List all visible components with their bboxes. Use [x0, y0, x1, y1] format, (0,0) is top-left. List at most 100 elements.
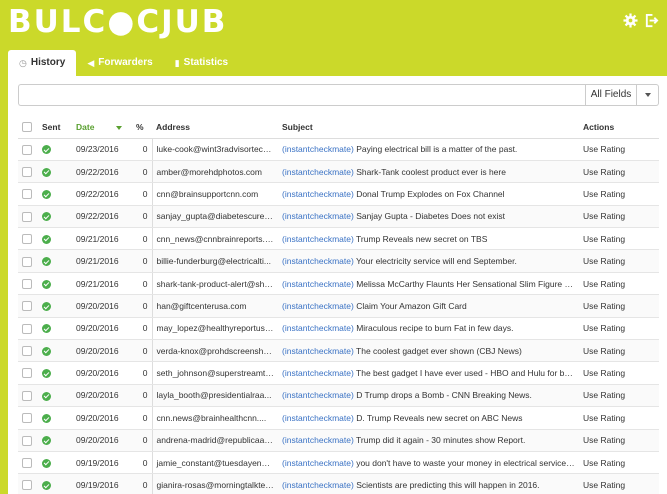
row-tag-link[interactable]: (instantcheckmate) [282, 301, 354, 311]
row-select-cell [18, 451, 38, 475]
logout-icon[interactable] [644, 13, 659, 28]
row-tag-link[interactable]: (instantcheckmate) [282, 435, 354, 445]
select-all-checkbox[interactable] [22, 122, 32, 133]
row-tag-link[interactable]: (instantcheckmate) [282, 144, 354, 154]
header-date[interactable]: Date [72, 116, 132, 139]
row-percent: 0 [132, 406, 153, 430]
table-row[interactable]: 09/19/2016 0 gianira-rosas@morningtalktec.… [18, 473, 659, 494]
row-checkbox[interactable] [22, 278, 32, 289]
header-percent[interactable]: % [132, 116, 152, 139]
table-row[interactable]: 09/22/2016 0 sanjay_gupta@diabetescureo...… [18, 205, 659, 229]
row-checkbox[interactable] [22, 256, 32, 267]
row-action[interactable]: Use Rating [579, 406, 659, 430]
row-action[interactable]: Use Rating [579, 429, 659, 452]
tab-forwarders[interactable]: ◀ Forwarders [76, 50, 163, 76]
table-row[interactable]: 09/22/2016 0 cnn@brainsupportcnn.com (insta… [18, 182, 659, 206]
row-tag-link[interactable]: (instantcheckmate) [282, 211, 354, 221]
row-checkbox[interactable] [22, 144, 32, 155]
row-action[interactable]: Use Rating [579, 451, 659, 475]
row-address: sanjay_gupta@diabetescureo... [152, 205, 278, 229]
row-tag-link[interactable]: (instantcheckmate) [282, 234, 354, 244]
table-row[interactable]: 09/20/2016 0 layla_booth@presidentialraa..… [18, 384, 659, 408]
header-actions: Actions [579, 116, 659, 139]
row-percent: 0 [132, 384, 153, 408]
row-action[interactable]: Use Rating [579, 384, 659, 408]
row-percent: 0 [132, 249, 153, 273]
row-sent-cell [38, 249, 72, 273]
search-input[interactable] [18, 84, 585, 106]
check-circle-icon [42, 346, 51, 356]
table-row[interactable]: 09/21/2016 0 billie-funderburg@electricalt… [18, 249, 659, 273]
row-tag-link[interactable]: (instantcheckmate) [282, 279, 354, 289]
row-subject-cell: (instantcheckmate) Your electricity serv… [278, 249, 579, 273]
row-tag-link[interactable]: (instantcheckmate) [282, 346, 354, 356]
gear-icon[interactable] [623, 13, 638, 28]
tab-statistics[interactable]: ▮ Statistics [164, 50, 239, 76]
row-subject-cell: (instantcheckmate) Trump Reveals new sec… [278, 227, 579, 251]
row-tag-link[interactable]: (instantcheckmate) [282, 167, 354, 177]
row-percent: 0 [132, 339, 153, 363]
row-action[interactable]: Use Rating [579, 473, 659, 494]
row-action[interactable]: Use Rating [579, 272, 659, 296]
table-row[interactable]: 09/20/2016 0 may_lopez@healthyreportusa...… [18, 317, 659, 341]
table-row[interactable]: 09/20/2016 0 cnn.news@brainhealthcnn.... (i… [18, 406, 659, 430]
row-checkbox[interactable] [22, 413, 32, 424]
row-select-cell [18, 160, 38, 184]
field-select-toggle[interactable] [637, 84, 659, 106]
row-action[interactable]: Use Rating [579, 361, 659, 385]
row-checkbox[interactable] [22, 480, 32, 491]
row-checkbox[interactable] [22, 323, 32, 334]
table-row[interactable]: 09/20/2016 0 seth_johnson@superstreamtv...… [18, 361, 659, 385]
row-checkbox[interactable] [22, 368, 32, 379]
row-action[interactable]: Use Rating [579, 138, 659, 161]
table-row[interactable]: 09/23/2016 0 luke-cook@wint3radvisortech..… [18, 138, 659, 161]
row-checkbox[interactable] [22, 458, 32, 469]
row-action[interactable]: Use Rating [579, 294, 659, 318]
row-checkbox[interactable] [22, 301, 32, 312]
table-row[interactable]: 09/20/2016 0 andrena-madrid@republicaan...… [18, 429, 659, 452]
table-row[interactable]: 09/19/2016 0 jamie_constant@tuesdayener...… [18, 451, 659, 475]
row-checkbox[interactable] [22, 390, 32, 401]
row-tag-link[interactable]: (instantcheckmate) [282, 390, 354, 400]
row-tag-link[interactable]: (instantcheckmate) [282, 189, 354, 199]
row-action[interactable]: Use Rating [579, 205, 659, 229]
check-circle-icon [42, 302, 51, 312]
row-sent-cell [38, 384, 72, 408]
row-address: han@giftcenterusa.com [152, 294, 278, 318]
row-action[interactable]: Use Rating [579, 339, 659, 363]
row-date: 09/19/2016 [72, 451, 132, 475]
row-tag-link[interactable]: (instantcheckmate) [282, 458, 354, 468]
row-checkbox[interactable] [22, 189, 32, 200]
table-row[interactable]: 09/21/2016 0 shark-tank-product-alert@sha.… [18, 272, 659, 296]
row-action[interactable]: Use Rating [579, 317, 659, 341]
row-select-cell [18, 429, 38, 452]
field-select[interactable]: All Fields [585, 84, 637, 106]
row-checkbox[interactable] [22, 211, 32, 222]
check-circle-icon [42, 436, 51, 446]
row-action[interactable]: Use Rating [579, 182, 659, 206]
row-tag-link[interactable]: (instantcheckmate) [282, 480, 354, 490]
row-sent-cell [38, 138, 72, 161]
row-tag-link[interactable]: (instantcheckmate) [282, 368, 354, 378]
table-row[interactable]: 09/20/2016 0 verda-knox@prohdscreensho...(… [18, 339, 659, 363]
header-subject[interactable]: Subject [278, 116, 579, 139]
header-address[interactable]: Address [152, 116, 278, 139]
row-checkbox[interactable] [22, 166, 32, 177]
row-tag-link[interactable]: (instantcheckmate) [282, 256, 354, 266]
row-tag-link[interactable]: (instantcheckmate) [282, 323, 354, 333]
row-action[interactable]: Use Rating [579, 160, 659, 184]
row-action[interactable]: Use Rating [579, 249, 659, 273]
tab-history[interactable]: ◷ History [8, 50, 77, 76]
table-row[interactable]: 09/20/2016 0 han@giftcenterusa.com (instant… [18, 294, 659, 318]
row-action[interactable]: Use Rating [579, 227, 659, 251]
bar-chart-icon: ▮ [174, 58, 180, 68]
row-checkbox[interactable] [22, 346, 32, 357]
send-icon: ◀ [87, 58, 95, 68]
row-checkbox[interactable] [22, 234, 32, 245]
row-checkbox[interactable] [22, 435, 32, 446]
row-sent-cell [38, 205, 72, 229]
table-row[interactable]: 09/21/2016 0 cnn_news@cnnbrainreports.c...… [18, 227, 659, 251]
table-row[interactable]: 09/22/2016 0 amber@morehdphotos.com (instan… [18, 160, 659, 184]
header-sent[interactable]: Sent [38, 116, 72, 139]
row-tag-link[interactable]: (instantcheckmate) [282, 413, 354, 423]
